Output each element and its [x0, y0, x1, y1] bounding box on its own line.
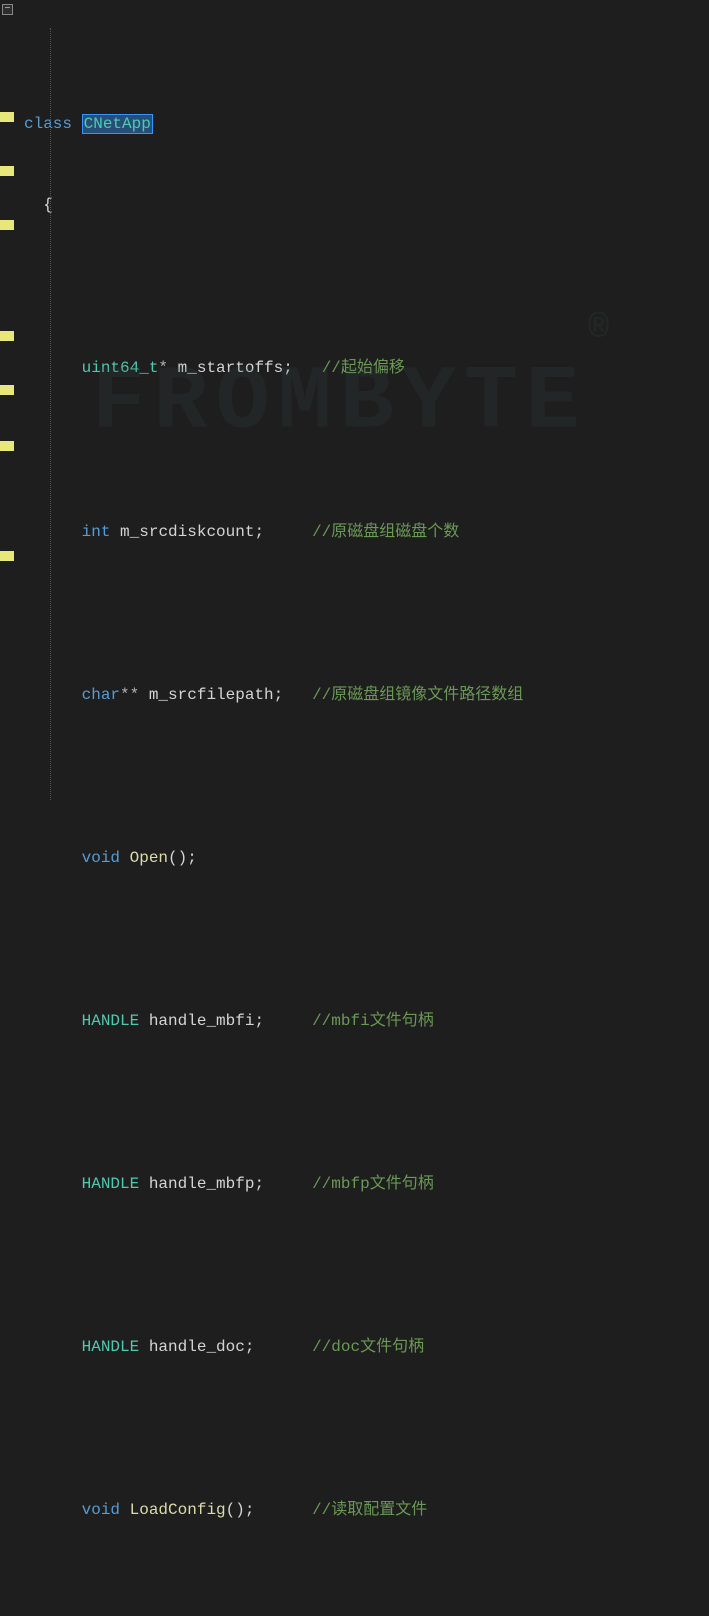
- code-line: [24, 1416, 709, 1443]
- comment: //原磁盘组磁盘个数: [312, 523, 459, 541]
- code-area[interactable]: class CNetApp { uint64_t* m_startoffs; /…: [20, 0, 709, 808]
- bookmark-icon[interactable]: [0, 441, 14, 451]
- editor-gutter: −: [0, 0, 20, 808]
- comment: //mbfi文件句柄: [312, 1012, 434, 1030]
- code-line: [24, 600, 709, 627]
- code-line: int m_srcdiskcount; //原磁盘组磁盘个数: [24, 519, 709, 546]
- type: int: [82, 523, 111, 541]
- parens: (): [168, 849, 187, 867]
- code-line: {: [24, 192, 709, 219]
- code-line: void LoadConfig(); //读取配置文件: [24, 1497, 709, 1524]
- semicolon: ;: [254, 1012, 264, 1030]
- comment: //原磁盘组镜像文件路径数组: [312, 686, 523, 704]
- type: uint64_t: [82, 359, 159, 377]
- member-var: handle_mbfp: [149, 1175, 255, 1193]
- code-line: void Open();: [24, 845, 709, 872]
- member-var: m_srcdiskcount: [120, 523, 254, 541]
- semicolon: ;: [274, 686, 284, 704]
- member-var: m_srcfilepath: [149, 686, 274, 704]
- code-line: [24, 926, 709, 953]
- code-line: char** m_srcfilepath; //原磁盘组镜像文件路径数组: [24, 682, 709, 709]
- comment: //mbfp文件句柄: [312, 1175, 434, 1193]
- bookmark-icon[interactable]: [0, 112, 14, 122]
- member-var: handle_doc: [149, 1338, 245, 1356]
- indent-guide: [50, 28, 51, 800]
- code-line: HANDLE handle_doc; //doc文件句柄: [24, 1334, 709, 1361]
- pointer-op: *: [158, 359, 168, 377]
- type: HANDLE: [82, 1338, 140, 1356]
- member-var: handle_mbfi: [149, 1012, 255, 1030]
- bookmark-icon[interactable]: [0, 166, 14, 176]
- semicolon: ;: [187, 849, 197, 867]
- code-line: [24, 437, 709, 464]
- bookmark-icon[interactable]: [0, 331, 14, 341]
- code-editor: − class CNetApp { uint64_t* m_startoffs;…: [0, 0, 709, 808]
- code-line: [24, 274, 709, 301]
- pointer-op: **: [120, 686, 139, 704]
- type: void: [82, 1501, 120, 1519]
- code-line: HANDLE handle_mbfp; //mbfp文件句柄: [24, 1171, 709, 1198]
- semicolon: ;: [254, 523, 264, 541]
- bookmark-icon[interactable]: [0, 385, 14, 395]
- type: char: [82, 686, 120, 704]
- code-line: [24, 763, 709, 790]
- type: HANDLE: [82, 1012, 140, 1030]
- semicolon: ;: [245, 1501, 255, 1519]
- code-line: uint64_t* m_startoffs; //起始偏移: [24, 355, 709, 382]
- fold-collapse-icon[interactable]: −: [2, 4, 13, 15]
- semicolon: ;: [245, 1338, 255, 1356]
- class-name: CNetApp: [82, 114, 153, 134]
- code-line: HANDLE handle_mbfi; //mbfi文件句柄: [24, 1008, 709, 1035]
- method-name: LoadConfig: [130, 1501, 226, 1519]
- parens: (): [226, 1501, 245, 1519]
- type: HANDLE: [82, 1175, 140, 1193]
- bookmark-icon[interactable]: [0, 220, 14, 230]
- code-line: [24, 1579, 709, 1606]
- comment: //读取配置文件: [312, 1501, 427, 1519]
- code-line: [24, 1253, 709, 1280]
- bookmark-icon[interactable]: [0, 551, 14, 561]
- semicolon: ;: [283, 359, 293, 377]
- code-line: [24, 1090, 709, 1117]
- method-name: Open: [130, 849, 168, 867]
- brace-open: {: [43, 196, 53, 214]
- comment: //起始偏移: [322, 359, 405, 377]
- code-line: class CNetApp: [24, 111, 709, 138]
- semicolon: ;: [254, 1175, 264, 1193]
- keyword-class: class: [24, 115, 72, 133]
- comment: //doc文件句柄: [312, 1338, 424, 1356]
- type: void: [82, 849, 120, 867]
- member-var: m_startoffs: [178, 359, 284, 377]
